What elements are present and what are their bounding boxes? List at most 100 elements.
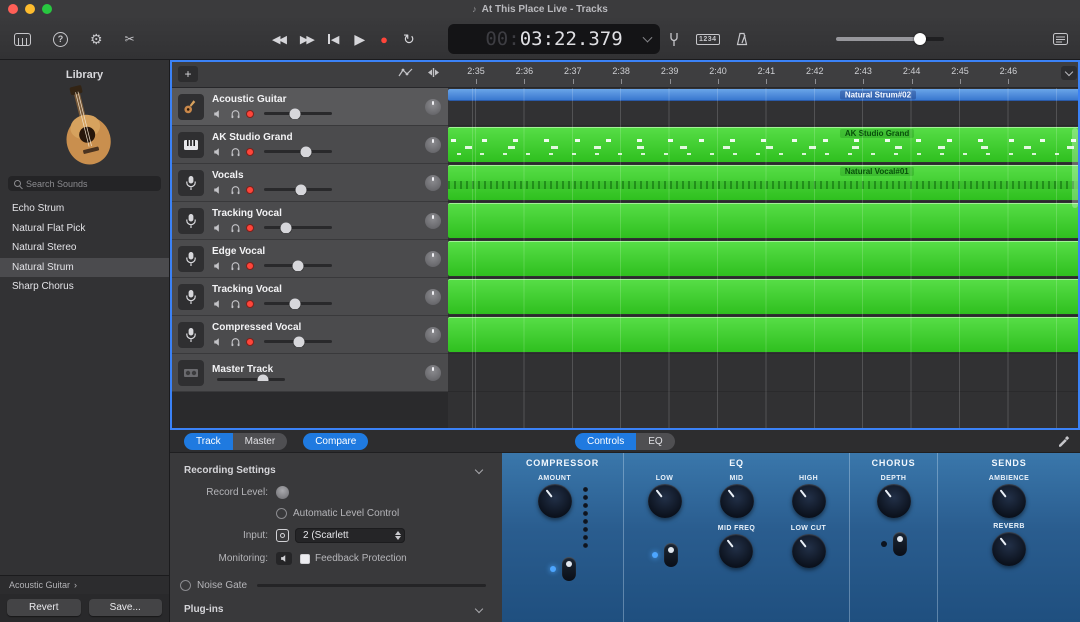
sound-list-item[interactable]: Echo Strum xyxy=(0,199,169,219)
volume-thumb[interactable] xyxy=(258,374,269,381)
pan-knob[interactable] xyxy=(425,137,441,153)
region[interactable] xyxy=(448,241,1080,276)
volume-thumb[interactable] xyxy=(301,146,312,157)
zoom-window-button[interactable] xyxy=(42,4,52,14)
timeline-corner-button[interactable] xyxy=(1061,66,1077,80)
tab-track[interactable]: Track xyxy=(184,433,233,450)
timeline-lane[interactable] xyxy=(448,202,1080,240)
plugins-header[interactable]: Plug-ins xyxy=(180,602,486,617)
pan-knob[interactable] xyxy=(425,365,441,381)
volume-thumb[interactable] xyxy=(294,336,305,347)
track-volume-slider[interactable] xyxy=(264,302,332,305)
track-header[interactable]: AK Studio Grand xyxy=(170,126,448,164)
noise-gate-slider[interactable] xyxy=(257,584,486,587)
go-to-beginning-button[interactable]: ◀ xyxy=(328,33,339,46)
cycle-button[interactable]: ↻ xyxy=(403,31,415,48)
track-volume-slider[interactable] xyxy=(217,378,285,381)
quick-help-button[interactable]: ? xyxy=(53,32,68,47)
sound-list-item[interactable]: Sharp Chorus xyxy=(0,277,169,297)
monitoring-speaker-button[interactable] xyxy=(276,552,292,565)
input-select[interactable]: 2 (Scarlett xyxy=(295,528,405,543)
eq-low-knob[interactable] xyxy=(648,484,682,518)
search-sounds-field[interactable]: Search Sounds xyxy=(8,176,161,191)
solo-button[interactable] xyxy=(229,260,241,271)
timeline-lane[interactable]: Natural Vocal#01 xyxy=(448,164,1080,202)
track-volume-slider[interactable] xyxy=(264,340,332,343)
sound-list-item[interactable]: Natural Stereo xyxy=(0,238,169,258)
record-enable-button[interactable] xyxy=(246,186,254,194)
tab-controls[interactable]: Controls xyxy=(575,433,636,450)
track-volume-slider[interactable] xyxy=(264,112,332,115)
region[interactable] xyxy=(448,317,1080,352)
eq-high-knob[interactable] xyxy=(792,484,826,518)
timeline-lane[interactable]: AK Studio Grand xyxy=(448,126,1080,164)
track-volume-slider[interactable] xyxy=(264,226,332,229)
revert-button[interactable]: Revert xyxy=(7,599,81,616)
vertical-scrollbar[interactable] xyxy=(1072,128,1078,208)
record-enable-button[interactable] xyxy=(246,338,254,346)
track-header[interactable]: Compressed Vocal xyxy=(170,316,448,354)
lcd-display[interactable]: 00:03:22.379 xyxy=(448,24,660,54)
pan-knob[interactable] xyxy=(425,99,441,115)
record-enable-button[interactable] xyxy=(246,110,254,118)
metronome-icon[interactable] xyxy=(736,32,748,46)
timeline-lane[interactable] xyxy=(448,354,1080,392)
track-header[interactable]: Acoustic Guitar xyxy=(170,88,448,126)
auto-level-checkbox[interactable] xyxy=(276,508,287,519)
region[interactable]: AK Studio Grand xyxy=(448,127,1080,162)
noise-gate-checkbox[interactable] xyxy=(180,580,191,591)
track-volume-slider[interactable] xyxy=(264,150,332,153)
volume-thumb[interactable] xyxy=(296,184,307,195)
fast-forward-button[interactable]: ▶▶ xyxy=(300,33,313,46)
chorus-depth-knob[interactable] xyxy=(877,484,911,518)
volume-thumb[interactable] xyxy=(280,222,291,233)
reverb-knob[interactable] xyxy=(992,532,1026,566)
eq-mid-freq-knob[interactable] xyxy=(719,534,753,568)
minimize-window-button[interactable] xyxy=(25,4,35,14)
pan-knob[interactable] xyxy=(425,289,441,305)
timeline-body[interactable]: Natural Strum#02 AK Studio GrandNatural V… xyxy=(448,88,1080,430)
solo-button[interactable] xyxy=(229,108,241,119)
timeline-lane[interactable] xyxy=(448,316,1080,354)
tuning-fork-icon[interactable] xyxy=(668,32,680,47)
chevron-down-icon[interactable] xyxy=(475,604,483,612)
track-volume-slider[interactable] xyxy=(264,188,332,191)
sound-list-item[interactable]: Natural Flat Pick xyxy=(0,219,169,239)
feedback-protection-checkbox[interactable] xyxy=(300,554,310,564)
automation-icon[interactable] xyxy=(398,65,413,83)
eq-mid-knob[interactable] xyxy=(720,484,754,518)
record-enable-button[interactable] xyxy=(246,224,254,232)
master-volume-thumb[interactable] xyxy=(914,33,926,45)
track-header[interactable]: Tracking Vocal xyxy=(170,278,448,316)
track-header[interactable]: Master Track xyxy=(170,354,448,392)
timeline-lane[interactable]: Natural Strum#02 xyxy=(448,88,1080,126)
record-enable-button[interactable] xyxy=(246,148,254,156)
track-header[interactable]: Tracking Vocal xyxy=(170,202,448,240)
solo-button[interactable] xyxy=(229,184,241,195)
input-format-button[interactable] xyxy=(276,529,289,542)
solo-button[interactable] xyxy=(229,146,241,157)
tab-eq[interactable]: EQ xyxy=(636,433,674,450)
track-volume-slider[interactable] xyxy=(264,264,332,267)
solo-button[interactable] xyxy=(229,336,241,347)
ambience-knob[interactable] xyxy=(992,484,1026,518)
count-in-button[interactable]: 1234 xyxy=(696,34,720,45)
chorus-power-switch[interactable] xyxy=(893,532,907,556)
track-header[interactable]: Edge Vocal xyxy=(170,240,448,278)
volume-thumb[interactable] xyxy=(289,298,300,309)
close-window-button[interactable] xyxy=(8,4,18,14)
record-button[interactable]: ● xyxy=(380,32,388,47)
tab-master[interactable]: Master xyxy=(233,433,288,450)
mute-button[interactable] xyxy=(212,260,224,271)
add-track-button[interactable]: + xyxy=(178,66,198,82)
mute-button[interactable] xyxy=(212,336,224,347)
recording-settings-header[interactable]: Recording Settings xyxy=(180,463,486,478)
mute-button[interactable] xyxy=(212,184,224,195)
mute-button[interactable] xyxy=(212,146,224,157)
region[interactable] xyxy=(448,279,1080,314)
compressor-amount-knob[interactable] xyxy=(538,484,572,518)
pan-knob[interactable] xyxy=(425,213,441,229)
chevron-down-icon[interactable] xyxy=(475,465,483,473)
region[interactable]: Natural Strum#02 xyxy=(448,89,1080,101)
solo-button[interactable] xyxy=(229,222,241,233)
